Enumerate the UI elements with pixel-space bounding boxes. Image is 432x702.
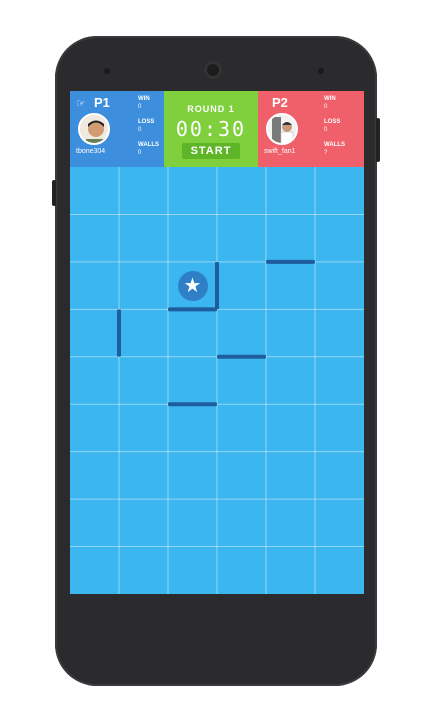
star-icon[interactable]: ★ (177, 270, 208, 301)
player2-avatar (266, 113, 298, 145)
board-wall[interactable] (215, 261, 219, 310)
board-wall[interactable] (168, 402, 217, 407)
player2-username: swift_fan1 (264, 148, 296, 155)
board-wall[interactable] (117, 309, 121, 357)
hud: ☞ P1 tbone304 WIN 0 LOSS 0 WALLS 0 ROUND… (70, 91, 364, 167)
player1-avatar (78, 113, 110, 145)
player1-username: tbone304 (76, 148, 106, 155)
sensor-left (104, 68, 110, 74)
front-camera (204, 61, 222, 79)
board-wall[interactable] (266, 259, 315, 264)
player1-label: P1 (94, 95, 110, 110)
volume-button (52, 180, 56, 206)
board-grid (70, 167, 364, 594)
board-wall[interactable] (168, 307, 217, 312)
hand-pointer-icon: ☞ (76, 98, 86, 110)
player1-walls-label: WALLS (138, 142, 159, 148)
player2-win-value: 0 (324, 104, 328, 110)
player1-panel: ☞ P1 tbone304 WIN 0 LOSS 0 WALLS 0 (70, 91, 164, 167)
start-button[interactable]: START (182, 143, 240, 159)
player2-label: P2 (272, 95, 288, 110)
player2-loss-value: 0 (324, 127, 328, 133)
player2-panel: P2 swift_fan1 WIN 0 LOSS 0 WALLS ? (258, 91, 364, 167)
game-board[interactable]: ★ (70, 167, 364, 594)
player1-loss-value: 0 (138, 127, 142, 133)
player2-loss-label: LOSS (324, 119, 341, 125)
round-label: ROUND 1 (187, 104, 235, 114)
countdown-timer: 00:30 (175, 117, 247, 141)
round-panel: ROUND 1 00:30 START (164, 91, 314, 167)
player2-walls-value: ? (324, 150, 328, 156)
player1-walls-value: 0 (138, 150, 142, 156)
player2-walls-label: WALLS (324, 142, 345, 148)
power-button (376, 118, 380, 162)
board-wall[interactable] (217, 354, 266, 359)
player1-loss-label: LOSS (138, 119, 155, 125)
player1-win-value: 0 (138, 104, 142, 110)
sensor-right (318, 68, 324, 74)
game-screen: ☞ P1 tbone304 WIN 0 LOSS 0 WALLS 0 ROUND… (70, 91, 364, 594)
player2-win-label: WIN (324, 96, 336, 102)
player1-win-label: WIN (138, 96, 150, 102)
